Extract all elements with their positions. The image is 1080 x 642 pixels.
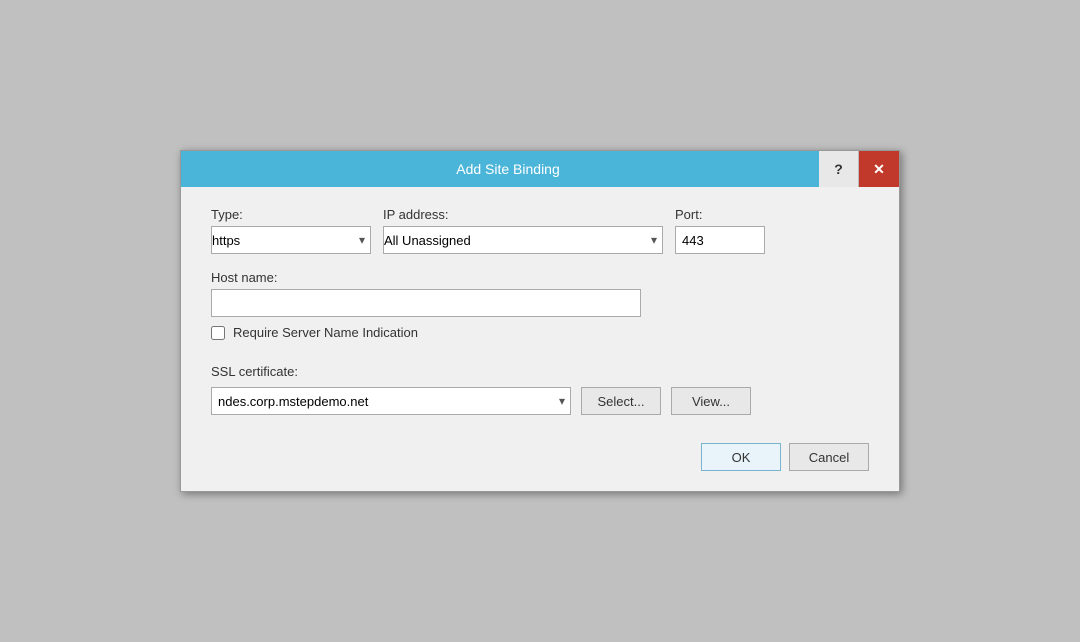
dialog-title: Add Site Binding — [197, 161, 819, 177]
title-bar-controls: ? ✕ — [819, 151, 899, 187]
view-button[interactable]: View... — [671, 387, 751, 415]
bottom-row: OK Cancel — [211, 439, 869, 471]
title-bar: Add Site Binding ? ✕ — [181, 151, 899, 187]
type-group: Type: https http — [211, 207, 371, 254]
ssl-select[interactable]: ndes.corp.mstepdemo.net — [211, 387, 571, 415]
add-site-binding-dialog: Add Site Binding ? ✕ Type: https http IP… — [180, 150, 900, 492]
port-input[interactable] — [675, 226, 765, 254]
sni-row: Require Server Name Indication — [211, 325, 869, 340]
dialog-content: Type: https http IP address: All Unassig… — [181, 187, 899, 491]
type-ip-port-row: Type: https http IP address: All Unassig… — [211, 207, 869, 254]
close-button[interactable]: ✕ — [859, 151, 899, 187]
cancel-button[interactable]: Cancel — [789, 443, 869, 471]
select-button[interactable]: Select... — [581, 387, 661, 415]
ip-group: IP address: All Unassigned — [383, 207, 663, 254]
ip-label: IP address: — [383, 207, 663, 222]
ssl-row: ndes.corp.mstepdemo.net Select... View..… — [211, 387, 869, 415]
port-group: Port: — [675, 207, 765, 254]
host-name-input[interactable] — [211, 289, 641, 317]
host-name-label: Host name: — [211, 270, 869, 285]
type-select[interactable]: https http — [211, 226, 371, 254]
ssl-label: SSL certificate: — [211, 364, 869, 379]
ok-button[interactable]: OK — [701, 443, 781, 471]
sni-checkbox[interactable] — [211, 326, 225, 340]
ip-select-wrapper: All Unassigned — [383, 226, 663, 254]
sni-label: Require Server Name Indication — [233, 325, 418, 340]
ssl-cert-group: SSL certificate: — [211, 364, 869, 379]
help-button[interactable]: ? — [819, 151, 859, 187]
port-label: Port: — [675, 207, 765, 222]
ip-select[interactable]: All Unassigned — [383, 226, 663, 254]
type-select-wrapper: https http — [211, 226, 371, 254]
type-label: Type: — [211, 207, 371, 222]
ssl-select-wrapper: ndes.corp.mstepdemo.net — [211, 387, 571, 415]
host-name-group: Host name: — [211, 270, 869, 317]
